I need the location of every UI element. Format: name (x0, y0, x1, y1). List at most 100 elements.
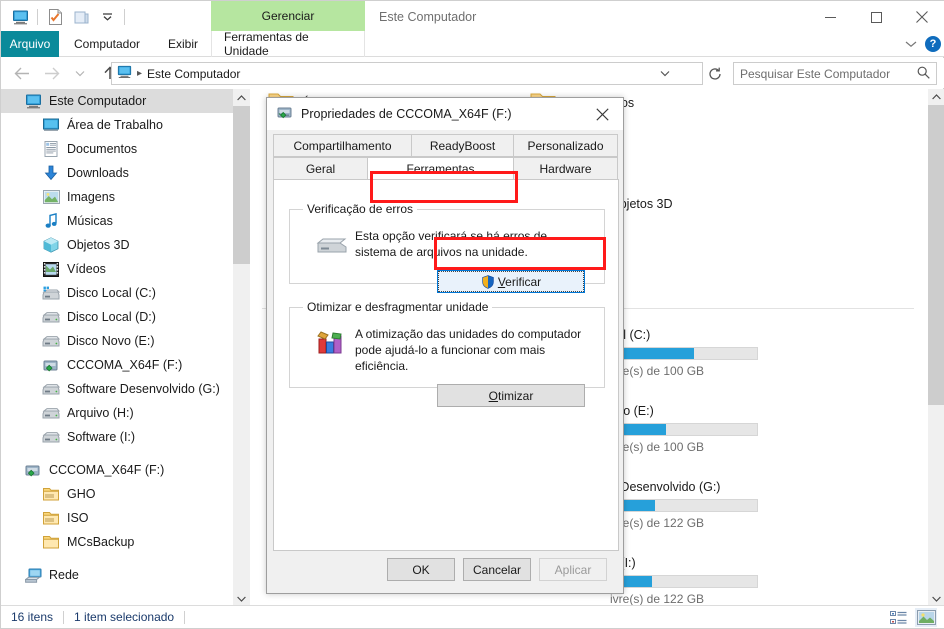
this-pc-icon[interactable] (117, 65, 132, 82)
drive-tile[interactable]: cal (C:) ivre(s) de 100 GB (610, 328, 840, 378)
dialog-tab-geral[interactable]: Geral (273, 157, 368, 180)
scroll-up-icon[interactable] (928, 89, 944, 105)
nav-item-este-computador[interactable]: Este Computador (1, 89, 233, 113)
nav-item-label: ISO (67, 511, 89, 525)
nav-item-imagens[interactable]: Imagens (1, 185, 233, 209)
window-title: Este Computador (379, 10, 477, 24)
nav-item-cccoma-x64f-f[interactable]: CCCOMA_X64F (F:) (1, 353, 233, 377)
search-placeholder: Pesquisar Este Computador (740, 66, 891, 81)
new-folder-icon[interactable] (68, 5, 94, 29)
search-input[interactable]: Pesquisar Este Computador (733, 62, 937, 85)
verificar-label-rest: erificar (505, 274, 542, 289)
drive-capacity-text: ivre(s) de 100 GB (610, 364, 705, 378)
drive-name: e (I:) (610, 556, 636, 570)
nav-item-rea-de-trabalho[interactable]: Área de Trabalho (1, 113, 233, 137)
tab-ferramentas-de-unidade[interactable]: Ferramentas de Unidade (211, 30, 365, 58)
tab-exibir[interactable]: Exibir (157, 31, 209, 57)
ribbon-tab-strip: Arquivo Computador Exibir Ferramentas de… (1, 30, 944, 58)
address-dropdown-icon[interactable] (654, 63, 676, 84)
3d-objects-icon (41, 237, 61, 253)
desktop-icon (41, 117, 61, 133)
this-pc-icon[interactable] (7, 5, 33, 29)
forward-button[interactable] (39, 60, 65, 86)
details-view-icon[interactable] (887, 608, 909, 627)
nav-item-disco-local-c[interactable]: Disco Local (C:) (1, 281, 233, 305)
nav-item-gho[interactable]: GHO (1, 482, 233, 506)
monitor-icon (23, 93, 43, 109)
help-icon[interactable]: ? (925, 36, 941, 52)
maximize-icon[interactable] (853, 1, 899, 33)
search-icon[interactable] (917, 66, 930, 82)
drive-name: e Desenvolvido (G:) (610, 480, 721, 494)
error-check-inner: Esta opção verificará se há erros de sis… (299, 220, 595, 303)
large-icons-view-icon[interactable] (915, 608, 937, 627)
recent-locations-button[interactable] (67, 60, 93, 86)
dialog-tab-ferramentas[interactable]: Ferramentas (367, 157, 514, 180)
videos-icon (41, 261, 61, 277)
drive-capacity-text: ivre(s) de 122 GB (610, 516, 705, 530)
tab-arquivo[interactable]: Arquivo (1, 31, 59, 57)
scrollbar-thumb[interactable] (928, 105, 944, 405)
otimizar-mnemonic: O (488, 388, 498, 403)
nav-item-mcsbackup[interactable]: MCsBackup (1, 530, 233, 554)
address-path-box[interactable]: ▸ Este Computador (111, 62, 703, 85)
navigation-pane[interactable]: Este Computador Área de Trabalho Documento… (1, 89, 233, 607)
back-button[interactable] (9, 60, 35, 86)
dialog-tab-hardware[interactable]: Hardware (513, 157, 618, 180)
close-icon[interactable] (581, 98, 623, 130)
window-controls (807, 1, 944, 33)
optimize-group: Otimizar e desfragmentar unidade A otimi… (289, 300, 605, 408)
minimize-icon[interactable] (807, 1, 853, 33)
nav-item-v-deos[interactable]: Vídeos (1, 257, 233, 281)
nav-item-iso[interactable]: ISO (1, 506, 233, 530)
nav-item-documentos[interactable]: Documentos (1, 137, 233, 161)
tab-computador[interactable]: Computador (63, 31, 151, 57)
pictures-icon (41, 189, 61, 205)
drive-tile[interactable]: ovo (E:) ivre(s) de 100 GB (610, 404, 840, 454)
aplicar-button[interactable]: Aplicar (539, 558, 607, 581)
drive-name: cal (C:) (610, 328, 651, 342)
dialog-tab-compartilhamento[interactable]: Compartilhamento (273, 134, 412, 157)
optical-drive-icon (41, 357, 61, 373)
nav-item-label: Downloads (67, 166, 129, 180)
toolbar-divider (37, 9, 38, 25)
nav-item-cccoma-x64f-f[interactable]: CCCOMA_X64F (F:) (1, 458, 233, 482)
nav-item-disco-novo-e[interactable]: Disco Novo (E:) (1, 329, 233, 353)
ok-button[interactable]: OK (387, 558, 455, 581)
nav-item-downloads[interactable]: Downloads (1, 161, 233, 185)
dialog-tab-readyboost[interactable]: ReadyBoost (411, 134, 514, 157)
optimize-description: A otimização das unidades do computador … (355, 327, 582, 374)
scrollbar-thumb[interactable] (233, 106, 250, 264)
refresh-icon[interactable] (703, 62, 727, 85)
verificar-button[interactable]: Verificar (437, 270, 585, 294)
nav-item-rede[interactable]: Rede (1, 563, 233, 587)
customize-dropdown-icon[interactable] (94, 5, 120, 29)
drive-tile[interactable]: e Desenvolvido (G:) ivre(s) de 122 GB (610, 480, 840, 530)
nav-item-label: MCsBackup (67, 535, 135, 549)
navigation-pane-scrollbar[interactable] (233, 89, 250, 607)
nav-item-m-sicas[interactable]: Músicas (1, 209, 233, 233)
nav-item-software-desenvolvido-g[interactable]: Software Desenvolvido (G:) (1, 377, 233, 401)
nav-item-label: Vídeos (67, 262, 106, 276)
nav-item-label: Músicas (67, 214, 113, 228)
nav-item-software-i[interactable]: Software (I:) (1, 425, 233, 449)
content-pane-scrollbar[interactable] (928, 89, 944, 607)
nav-item-label: Este Computador (49, 94, 147, 108)
breadcrumb-separator: ▸ (137, 68, 143, 79)
breadcrumb-path[interactable]: Este Computador (147, 67, 240, 81)
chevron-down-icon[interactable] (905, 37, 917, 51)
otimizar-button[interactable]: Otimizar (437, 384, 585, 408)
nav-item-label: Software (I:) (67, 430, 136, 444)
view-mode-buttons (887, 608, 937, 627)
dialog-tab-personalizado[interactable]: Personalizado (513, 134, 618, 157)
cancelar-button[interactable]: Cancelar (463, 558, 531, 581)
optimize-legend: Otimizar e desfragmentar unidade (307, 300, 489, 314)
drive-icon (41, 333, 61, 349)
properties-icon[interactable] (42, 5, 68, 29)
close-icon[interactable] (899, 1, 944, 33)
nav-item-arquivo-h[interactable]: Arquivo (H:) (1, 401, 233, 425)
nav-item-objetos-3d[interactable]: Objetos 3D (1, 233, 233, 257)
nav-item-disco-local-d[interactable]: Disco Local (D:) (1, 305, 233, 329)
drive-tile[interactable]: e (I:) ivre(s) de 122 GB (610, 556, 840, 606)
scroll-up-icon[interactable] (233, 89, 250, 106)
